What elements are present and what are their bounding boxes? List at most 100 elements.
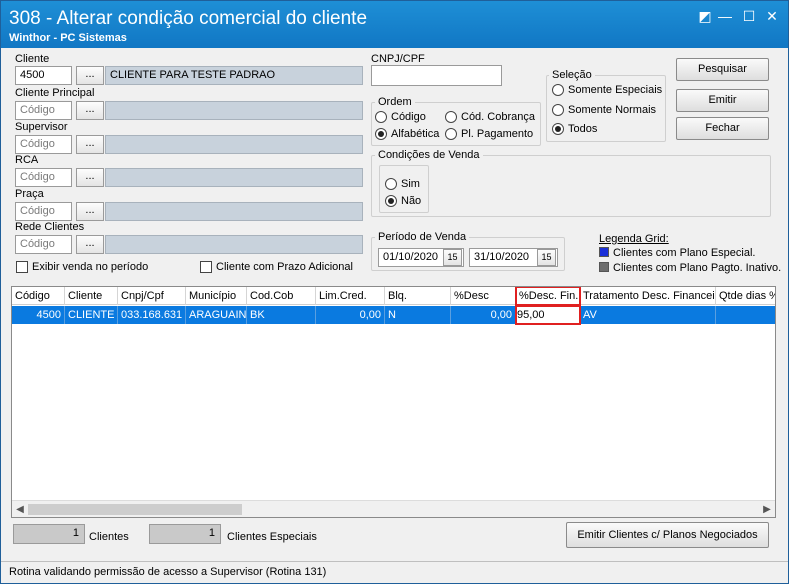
cell-cliente[interactable]: CLIENTE P bbox=[65, 306, 118, 324]
periodo-end-calendar-icon[interactable]: 15 bbox=[537, 249, 556, 266]
rca-input[interactable]: Código bbox=[15, 168, 72, 187]
help-icon[interactable]: ◩ bbox=[695, 7, 715, 25]
ordem-cod-cobranca-label: Cód. Cobrança bbox=[461, 111, 535, 123]
cell-tratamento[interactable]: AV bbox=[580, 306, 716, 324]
clientes-count: 1 bbox=[13, 524, 85, 544]
status-bar: Rotina validando permissão de acesso a S… bbox=[1, 561, 788, 583]
ordem-codigo-dot[interactable] bbox=[375, 111, 387, 123]
scroll-right-icon[interactable]: ▶ bbox=[760, 502, 774, 517]
col-header[interactable]: Tratamento Desc. Financeir bbox=[580, 287, 716, 305]
grid-header: Código Cliente Cnpj/Cpf Município Cod.Co… bbox=[12, 287, 775, 306]
ordem-codigo-label: Código bbox=[391, 111, 426, 123]
cell-desc-fin-editor[interactable]: 95,00 bbox=[515, 305, 581, 325]
emitir-planos-button[interactable]: Emitir Clientes c/ Planos Negociados bbox=[566, 522, 769, 548]
selecao-especiais-dot[interactable] bbox=[552, 84, 564, 96]
cliente-principal-input[interactable]: Código bbox=[15, 101, 72, 120]
prazo-adicional-checkbox[interactable]: Cliente com Prazo Adicional bbox=[200, 261, 353, 273]
cliente-principal-search-button[interactable]: ... bbox=[76, 101, 104, 120]
col-header[interactable]: Código bbox=[12, 287, 65, 305]
rca-search-button[interactable]: ... bbox=[76, 168, 104, 187]
rede-clientes-input[interactable]: Código bbox=[15, 235, 72, 254]
table-row[interactable]: 4500 CLIENTE P 033.168.631 ARAGUAINA BK … bbox=[12, 305, 775, 325]
cell-lim-cred[interactable]: 0,00 bbox=[316, 306, 385, 324]
main-window: 308 - Alterar condição comercial do clie… bbox=[0, 0, 789, 584]
ordem-alfabetica-dot[interactable] bbox=[375, 128, 387, 140]
cell-qtde-dias[interactable] bbox=[716, 306, 775, 324]
window-title: 308 - Alterar condição comercial do clie… bbox=[9, 8, 368, 29]
praca-desc bbox=[105, 202, 363, 221]
pesquisar-button[interactable]: Pesquisar bbox=[676, 58, 769, 81]
praca-input[interactable]: Código bbox=[15, 202, 72, 221]
praca-search-button[interactable]: ... bbox=[76, 202, 104, 221]
cliente-name-field: CLIENTE PARA TESTE PADRAO bbox=[105, 66, 363, 85]
cell-desc[interactable]: 0,00 bbox=[451, 306, 516, 324]
selecao-todos-radio[interactable]: Todos bbox=[552, 123, 597, 135]
col-header[interactable]: Qtde dias % bbox=[716, 287, 775, 305]
supervisor-input[interactable]: Código bbox=[15, 135, 72, 154]
condicoes-nao-dot[interactable] bbox=[385, 195, 397, 207]
selecao-title: Seleção bbox=[549, 69, 595, 81]
legenda-item-inativo: Clientes com Plano Pagto. Inativo. bbox=[599, 262, 781, 274]
emitir-button[interactable]: Emitir bbox=[676, 89, 769, 112]
ordem-pl-pagamento-radio[interactable]: Pl. Pagamento bbox=[445, 128, 533, 140]
condicoes-nao-radio[interactable]: Não bbox=[385, 195, 421, 207]
maximize-icon[interactable]: ☐ bbox=[739, 7, 759, 25]
title-bar: 308 - Alterar condição comercial do clie… bbox=[1, 1, 788, 48]
ordem-cod-cobranca-radio[interactable]: Cód. Cobrança bbox=[445, 111, 535, 123]
legenda-especial-swatch bbox=[599, 247, 609, 257]
exibir-venda-checkbox[interactable]: Exibir venda no período bbox=[16, 261, 148, 273]
cnpj-label: CNPJ/CPF bbox=[371, 53, 425, 65]
ordem-codigo-radio[interactable]: Código bbox=[375, 111, 426, 123]
cell-municipio[interactable]: ARAGUAINA bbox=[186, 306, 247, 324]
scroll-left-icon[interactable]: ◀ bbox=[13, 502, 27, 517]
selecao-especiais-radio[interactable]: Somente Especiais bbox=[552, 84, 662, 96]
ordem-pl-pagamento-label: Pl. Pagamento bbox=[461, 128, 534, 140]
cell-cnpj[interactable]: 033.168.631 bbox=[118, 306, 186, 324]
especiais-label: Clientes Especiais bbox=[227, 531, 317, 543]
legenda-inativo-swatch bbox=[599, 262, 609, 272]
cell-codigo[interactable]: 4500 bbox=[12, 306, 65, 324]
col-header[interactable]: Cnpj/Cpf bbox=[118, 287, 186, 305]
cliente-label: Cliente bbox=[15, 53, 50, 65]
prazo-adicional-box[interactable] bbox=[200, 261, 212, 273]
col-header[interactable]: %Desc bbox=[451, 287, 516, 305]
legenda-item-especial: Clientes com Plano Especial. bbox=[599, 247, 755, 259]
col-header-desc-fin[interactable]: %Desc. Fin. bbox=[515, 287, 581, 306]
condicoes-sim-dot[interactable] bbox=[385, 178, 397, 190]
ordem-title: Ordem bbox=[375, 96, 415, 108]
selecao-normais-dot[interactable] bbox=[552, 104, 564, 116]
praca-label: Praça bbox=[15, 188, 44, 200]
clientes-grid[interactable]: Código Cliente Cnpj/Cpf Município Cod.Co… bbox=[11, 286, 776, 518]
cell-blq[interactable]: N bbox=[385, 306, 451, 324]
cliente-search-button[interactable]: ... bbox=[76, 66, 104, 85]
exibir-venda-box[interactable] bbox=[16, 261, 28, 273]
col-header[interactable]: Lim.Cred. bbox=[316, 287, 385, 305]
condicoes-nao-label: Não bbox=[401, 195, 422, 207]
col-header[interactable]: Blq. bbox=[385, 287, 451, 305]
periodo-start-calendar-icon[interactable]: 15 bbox=[443, 249, 462, 266]
supervisor-search-button[interactable]: ... bbox=[76, 135, 104, 154]
rede-clientes-search-button[interactable]: ... bbox=[76, 235, 104, 254]
ordem-alfabetica-radio[interactable]: Alfabética bbox=[375, 128, 439, 140]
grid-horizontal-scrollbar[interactable]: ◀ ▶ bbox=[12, 500, 775, 517]
cell-cod-cob[interactable]: BK bbox=[247, 306, 316, 324]
condicoes-group bbox=[371, 155, 771, 217]
scroll-thumb[interactable] bbox=[28, 504, 242, 515]
rca-label: RCA bbox=[15, 154, 39, 166]
col-header[interactable]: Cliente bbox=[65, 287, 118, 305]
col-header[interactable]: Município bbox=[186, 287, 247, 305]
selecao-normais-radio[interactable]: Somente Normais bbox=[552, 104, 656, 116]
cliente-code-input[interactable]: 4500 bbox=[15, 66, 72, 85]
ordem-pl-pagamento-dot[interactable] bbox=[445, 128, 457, 140]
col-header[interactable]: Cod.Cob bbox=[247, 287, 316, 305]
condicoes-sim-radio[interactable]: Sim bbox=[385, 178, 420, 190]
cnpj-input[interactable] bbox=[371, 65, 502, 86]
selecao-especiais-label: Somente Especiais bbox=[568, 84, 663, 96]
close-icon[interactable]: ✕ bbox=[762, 7, 782, 25]
minimize-icon[interactable]: — bbox=[715, 7, 735, 25]
fechar-button[interactable]: Fechar bbox=[676, 117, 769, 140]
exibir-venda-label: Exibir venda no período bbox=[32, 261, 149, 273]
selecao-todos-dot[interactable] bbox=[552, 123, 564, 135]
supervisor-desc bbox=[105, 135, 363, 154]
ordem-cod-cobranca-dot[interactable] bbox=[445, 111, 457, 123]
